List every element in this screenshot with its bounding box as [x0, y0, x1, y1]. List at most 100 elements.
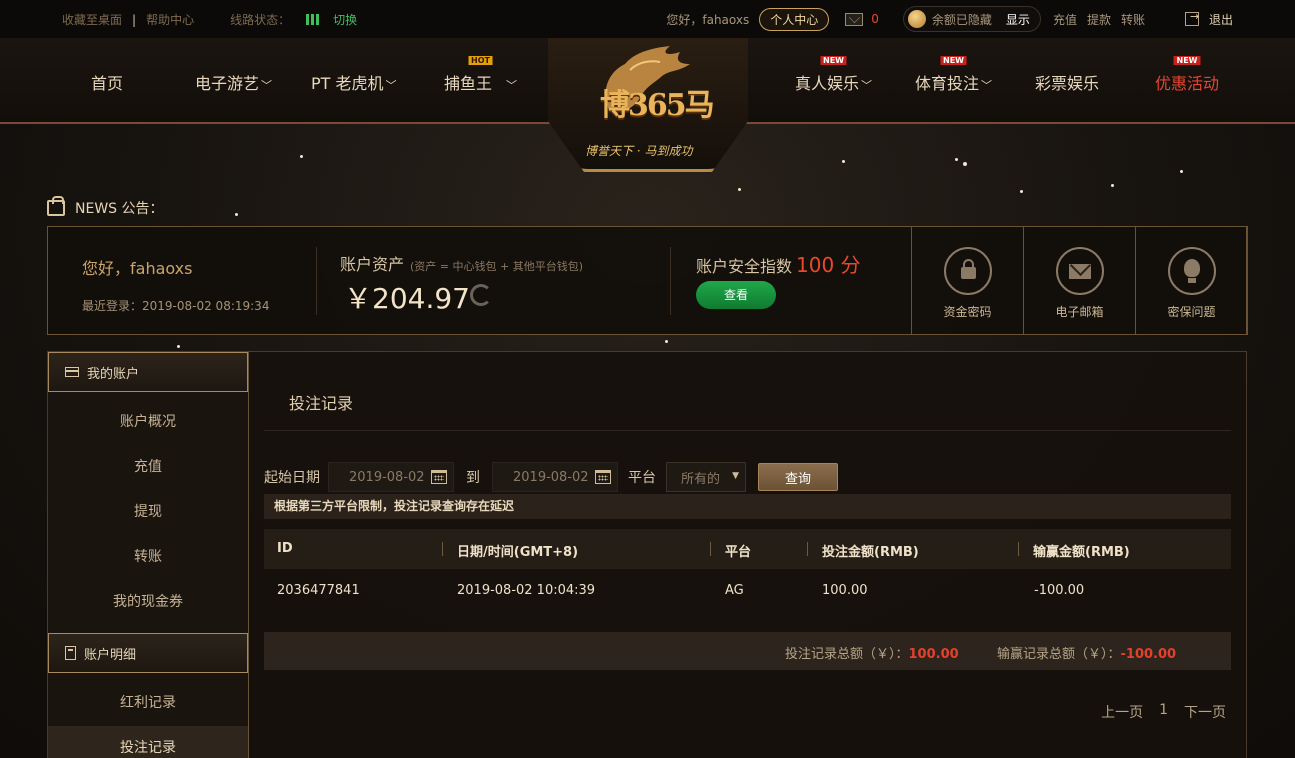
filter-bar: 起始日期 2019-08-02 到 2019-08-02 平台 所有的 ▼ 查询	[264, 462, 838, 492]
nav-promotions[interactable]: NEW 优惠活动	[1155, 56, 1220, 94]
page-title: 投注记录	[289, 394, 354, 413]
nav-label: 优惠活动	[1155, 74, 1220, 93]
chevron-down-icon: ﹀	[506, 79, 518, 92]
sidebar-item-coupons[interactable]: 我的现金券	[48, 580, 248, 625]
email-tile[interactable]: 电子邮箱	[1023, 226, 1136, 335]
sidebar-group-title: 账户明细	[84, 647, 137, 663]
assets-value: ￥204.97	[344, 282, 470, 315]
column-divider	[710, 542, 711, 556]
brand-logo-text[interactable]: 博365马	[600, 80, 715, 124]
divider	[316, 247, 317, 315]
bookmark-link[interactable]: 收藏至桌面	[62, 11, 122, 28]
column-header: 投注金额(RMB)	[822, 545, 919, 560]
balance-toggle: 余额已隐藏 显示	[902, 6, 1041, 32]
new-badge: NEW	[820, 56, 847, 65]
show-balance-button[interactable]: 显示	[1006, 11, 1030, 28]
platform-select[interactable]: 所有的 ▼	[666, 462, 746, 492]
transfer-link[interactable]: 转账	[1121, 11, 1145, 28]
deposit-link[interactable]: 充值	[1053, 11, 1077, 28]
column-header: 输赢金额(RMB)	[1033, 545, 1130, 560]
calendar-icon[interactable]	[431, 470, 447, 484]
security-circle	[1055, 247, 1104, 295]
start-date-label: 起始日期	[264, 470, 320, 486]
signal-icon	[306, 14, 320, 25]
start-date-input[interactable]: 2019-08-02	[328, 462, 454, 492]
last-login-text: 最近登录：2019-08-02 08:19:34	[82, 299, 270, 313]
nav-home[interactable]: 首页	[91, 70, 123, 94]
table-totals: 投注记录总额（￥）：100.00 输赢记录总额（￥）：-100.00	[264, 632, 1231, 670]
nav-label: PT 老虎机	[311, 74, 384, 93]
query-button[interactable]: 查询	[758, 463, 838, 491]
cell-bet-amount: 100.00	[822, 583, 868, 598]
nav-fishing[interactable]: HOT 捕鱼王 ﹀	[444, 56, 518, 94]
nav-label: 捕鱼王	[444, 74, 493, 93]
card-icon	[65, 367, 79, 377]
security-title: 账户安全指数 100 分	[696, 249, 861, 278]
column-header: 平台	[725, 545, 752, 560]
envelope-icon	[1068, 264, 1091, 279]
sidebar-item-deposit[interactable]: 充值	[48, 445, 248, 490]
nav-sports[interactable]: NEW 体育投注 ﹀	[915, 56, 993, 94]
news-bar: NEWS 公告：	[47, 196, 164, 218]
calendar-icon[interactable]	[595, 470, 611, 484]
help-link[interactable]: 帮助中心	[146, 11, 194, 28]
chevron-down-icon: ﹀	[981, 79, 993, 92]
nav-pt-slots[interactable]: PT 老虎机 ﹀	[311, 70, 397, 94]
nav-slots[interactable]: 电子游艺 ﹀	[195, 70, 272, 94]
assets-title: 账户资产 (资产 = 中心钱包 + 其他平台钱包)	[340, 251, 583, 275]
sidebar-group-account-details[interactable]: 账户明细	[48, 633, 248, 673]
security-question-label: 密保问题	[1167, 305, 1216, 319]
fund-password-tile[interactable]: 资金密码	[911, 226, 1024, 335]
balance-hidden-text: 余额已隐藏	[931, 12, 992, 27]
table-row: 2036477841 2019-08-02 10:04:39 AG 100.00…	[264, 572, 1231, 612]
nav-lottery[interactable]: 彩票娱乐	[1035, 70, 1099, 94]
withdraw-link[interactable]: 提款	[1087, 11, 1111, 28]
cell-datetime: 2019-08-02 10:04:39	[457, 583, 596, 598]
sidebar-group-title: 我的账户	[87, 366, 140, 382]
prev-page-button[interactable]: 上一页	[1101, 702, 1143, 722]
sidebar-group-my-account[interactable]: 我的账户	[48, 352, 248, 392]
nav-live-casino[interactable]: NEW 真人娱乐 ﹀	[795, 56, 873, 94]
switch-line-link[interactable]: 切换	[333, 11, 357, 28]
next-page-button[interactable]: 下一页	[1184, 702, 1226, 722]
new-badge: NEW	[940, 56, 967, 65]
chevron-down-icon: ﹀	[861, 79, 873, 92]
to-label: 到	[466, 470, 480, 486]
sidebar-item-overview[interactable]: 账户概况	[48, 400, 248, 445]
security-question-tile[interactable]: 密保问题	[1135, 226, 1248, 335]
sidebar-item-transfer[interactable]: 转账	[48, 535, 248, 580]
personal-center-button[interactable]: 个人中心	[759, 7, 830, 31]
account-sidebar: 我的账户 账户概况 充值 提现 转账 我的现金券 账户明细 红利记录 投注记录	[47, 351, 248, 758]
divider	[264, 430, 1231, 431]
logout-icon[interactable]	[1184, 10, 1199, 26]
sidebar-item-withdraw[interactable]: 提现	[48, 490, 248, 535]
security-score: 100 分	[796, 253, 861, 277]
fund-password-label: 资金密码	[943, 305, 992, 319]
security-circle	[943, 247, 992, 295]
news-icon	[47, 196, 65, 216]
cell-platform: AG	[725, 583, 744, 598]
logout-link[interactable]: 退出	[1209, 11, 1233, 28]
column-divider	[807, 542, 808, 556]
table-header: ID 日期/时间(GMT+8) 平台 投注金额(RMB) 输赢金额(RMB)	[264, 529, 1231, 569]
line-status-label: 线路状态：	[230, 13, 291, 27]
current-page[interactable]: 1	[1159, 702, 1168, 722]
account-summary: 您好，fahaoxs 最近登录：2019-08-02 08:19:34 账户资产…	[47, 226, 1248, 335]
refresh-icon[interactable]	[470, 284, 492, 306]
hello-text: 您好，fahaoxs	[82, 259, 193, 278]
assets-note: (资产 = 中心钱包 + 其他平台钱包)	[410, 260, 584, 273]
platform-value: 所有的	[681, 471, 721, 487]
end-date-input[interactable]: 2019-08-02	[492, 462, 618, 492]
logo-slogan: 博誉天下 · 马到成功	[585, 144, 693, 158]
divider	[670, 247, 671, 315]
sidebar-item-bet-records[interactable]: 投注记录	[48, 726, 248, 758]
sidebar-item-bonus-records[interactable]: 红利记录	[48, 681, 248, 726]
chevron-down-icon: ▼	[732, 471, 739, 481]
cell-id: 2036477841	[277, 583, 360, 598]
view-security-button[interactable]: 查看	[696, 281, 776, 309]
lightbulb-icon	[1183, 259, 1200, 283]
mail-button[interactable]: 0	[845, 12, 879, 26]
security-label: 账户安全指数	[696, 257, 793, 276]
delay-notice: 根据第三方平台限制，投注记录查询存在延迟	[264, 494, 1231, 519]
lock-icon	[960, 259, 976, 279]
